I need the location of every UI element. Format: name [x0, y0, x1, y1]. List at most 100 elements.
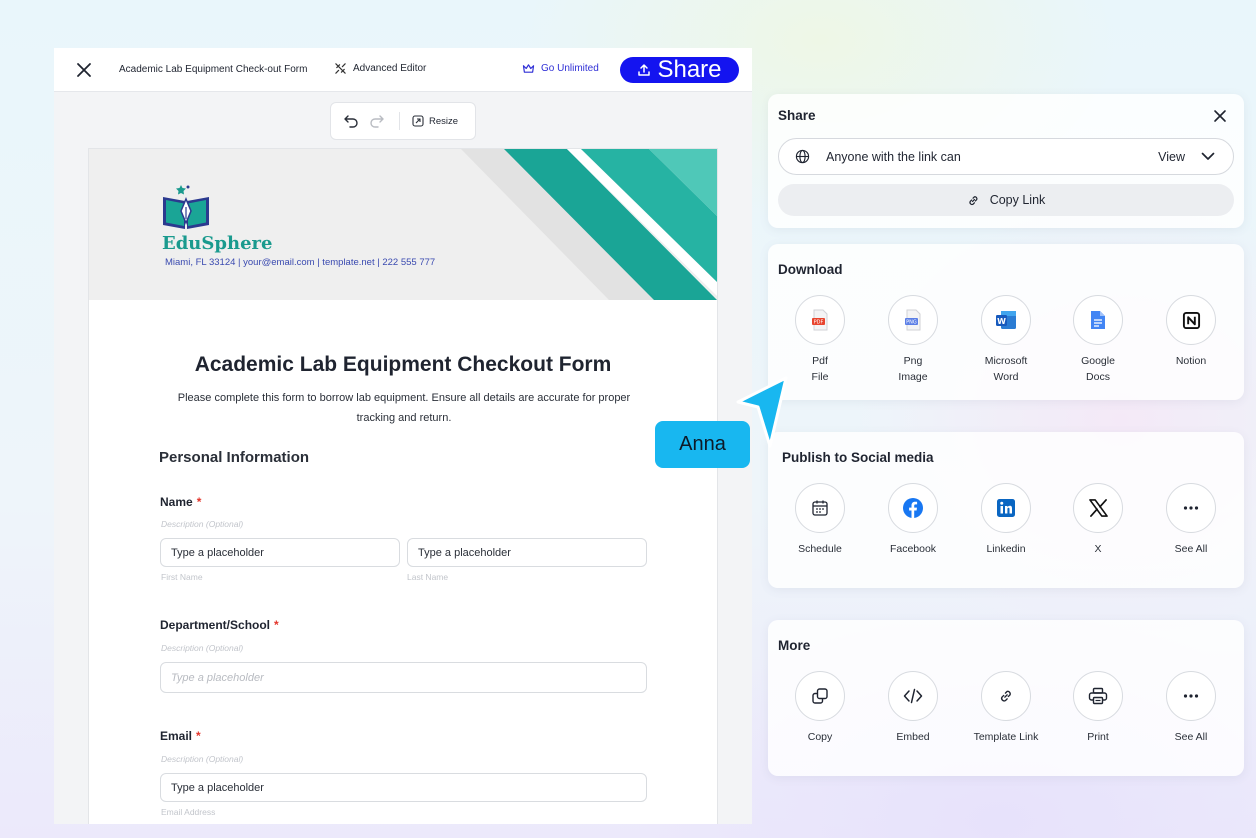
- embed-code-icon: [903, 688, 923, 704]
- upload-icon: [638, 64, 651, 76]
- permission-text: Anyone with the link can: [826, 149, 961, 164]
- social-see-all-label: See All: [1174, 543, 1208, 555]
- printer-icon: [1088, 687, 1108, 705]
- google-docs-icon: [1091, 311, 1105, 329]
- download-card: Download PDF Pdf File PNG Png Image W Mi…: [768, 244, 1244, 400]
- brand-name: EduSphere: [162, 233, 273, 254]
- resize-label: Resize: [429, 115, 459, 127]
- facebook-icon: [903, 498, 923, 518]
- share-button[interactable]: Share: [620, 56, 739, 83]
- first-name-sublabel: First Name: [161, 572, 203, 582]
- social-see-all-circle: [1166, 483, 1216, 533]
- calendar-icon: [812, 500, 828, 516]
- email-label: Email *: [160, 729, 201, 743]
- x-option-circle: [1073, 483, 1123, 533]
- social-see-all-option[interactable]: See All: [1151, 483, 1231, 557]
- schedule-option[interactable]: Schedule: [780, 483, 860, 557]
- download-google-docs-option[interactable]: Google Docs: [1058, 295, 1138, 385]
- email-label-text: Email: [160, 729, 193, 743]
- word-option-circle: W: [981, 295, 1031, 345]
- copy-option[interactable]: Copy: [780, 671, 860, 745]
- word-option-label: Microsoft Word: [984, 355, 1028, 383]
- schedule-option-label: Schedule: [798, 543, 842, 555]
- go-unlimited-button[interactable]: Go Unlimited: [522, 63, 599, 74]
- copy-option-circle: [795, 671, 845, 721]
- email-input[interactable]: Type a placeholder: [160, 773, 647, 802]
- department-label: Department/School *: [160, 618, 279, 632]
- link-icon: [969, 195, 978, 205]
- form-banner: EduSphere Miami, FL 33124 | your@email.c…: [89, 149, 717, 300]
- name-label: Name *: [160, 495, 201, 509]
- print-option-circle: [1073, 671, 1123, 721]
- facebook-option-circle: [888, 483, 938, 533]
- department-input[interactable]: Type a placeholder: [160, 662, 647, 693]
- facebook-option-label: Facebook: [889, 543, 937, 555]
- x-icon: [1088, 499, 1108, 517]
- redo-icon[interactable]: [369, 114, 385, 128]
- download-png-option[interactable]: PNG Png Image: [873, 295, 953, 385]
- print-option[interactable]: Print: [1058, 671, 1138, 745]
- embed-option-circle: [888, 671, 938, 721]
- permission-value: View: [1158, 149, 1185, 164]
- copy-link-label: Copy Link: [989, 193, 1046, 207]
- linkedin-option-circle: [981, 483, 1031, 533]
- template-link-option-label: Template Link: [973, 731, 1039, 743]
- pdf-option-label: Pdf File: [811, 355, 829, 383]
- tools-icon: [335, 63, 346, 74]
- download-title: Download: [778, 262, 843, 277]
- png-option-label: Png Image: [898, 355, 928, 383]
- link-permission-select[interactable]: Anyone with the link can View: [778, 138, 1234, 175]
- linkedin-option[interactable]: Linkedin: [966, 483, 1046, 557]
- close-icon[interactable]: [74, 60, 94, 80]
- more-icon: [1183, 694, 1199, 698]
- embed-option-label: Embed: [896, 731, 930, 743]
- microsoft-word-icon: W: [996, 311, 1016, 329]
- close-icon[interactable]: [1212, 108, 1228, 124]
- pdf-file-icon: PDF: [812, 309, 828, 331]
- template-link-option-circle: [981, 671, 1031, 721]
- resize-icon: [412, 115, 424, 127]
- department-description-hint: Description (Optional): [161, 643, 244, 653]
- notion-option-circle: [1166, 295, 1216, 345]
- crown-icon: [522, 64, 535, 73]
- required-mark: *: [196, 729, 201, 743]
- pdf-option-circle: PDF: [795, 295, 845, 345]
- download-word-option[interactable]: W Microsoft Word: [966, 295, 1046, 385]
- download-pdf-option[interactable]: PDF Pdf File: [780, 295, 860, 385]
- resize-button[interactable]: Resize: [412, 115, 458, 127]
- name-label-text: Name: [160, 495, 193, 509]
- svg-text:PNG: PNG: [906, 320, 917, 326]
- email-description-hint: Description (Optional): [161, 754, 244, 764]
- more-card: More Copy Embed Template Link Print See …: [768, 620, 1244, 776]
- editor-topbar: Academic Lab Equipment Check-out Form Ad…: [54, 48, 752, 92]
- toolbox-divider: [399, 112, 400, 130]
- first-name-input[interactable]: Type a placeholder: [160, 538, 400, 567]
- download-notion-option[interactable]: Notion: [1151, 295, 1231, 369]
- required-mark: *: [196, 495, 202, 509]
- edit-toolbox: Resize: [330, 102, 476, 140]
- share-button-label: Share: [657, 56, 722, 83]
- embed-option[interactable]: Embed: [873, 671, 953, 745]
- more-see-all-circle: [1166, 671, 1216, 721]
- advanced-editor-label: Advanced Editor: [353, 63, 427, 74]
- globe-icon: [795, 149, 810, 164]
- x-option-label: X: [1094, 543, 1102, 555]
- google-docs-option-label: Google Docs: [1081, 355, 1115, 383]
- copy-icon: [812, 688, 828, 704]
- undo-icon[interactable]: [343, 114, 359, 128]
- template-link-option[interactable]: Template Link: [966, 671, 1046, 745]
- go-unlimited-label: Go Unlimited: [541, 63, 599, 74]
- png-image-icon: PNG: [905, 309, 921, 331]
- x-option[interactable]: X: [1058, 483, 1138, 557]
- share-card: Share Anyone with the link can View Copy…: [768, 94, 1244, 228]
- edusphere-logo-icon: [163, 185, 209, 229]
- advanced-editor-button[interactable]: Advanced Editor: [334, 62, 426, 75]
- copy-link-button[interactable]: Copy Link: [778, 184, 1234, 216]
- facebook-option[interactable]: Facebook: [873, 483, 953, 557]
- notion-option-label: Notion: [1175, 355, 1207, 367]
- last-name-input[interactable]: Type a placeholder: [407, 538, 647, 567]
- name-description-hint: Description (Optional): [161, 519, 244, 529]
- social-title: Publish to Social media: [782, 450, 934, 465]
- chevron-down-icon: [1201, 152, 1215, 160]
- more-see-all-option[interactable]: See All: [1151, 671, 1231, 745]
